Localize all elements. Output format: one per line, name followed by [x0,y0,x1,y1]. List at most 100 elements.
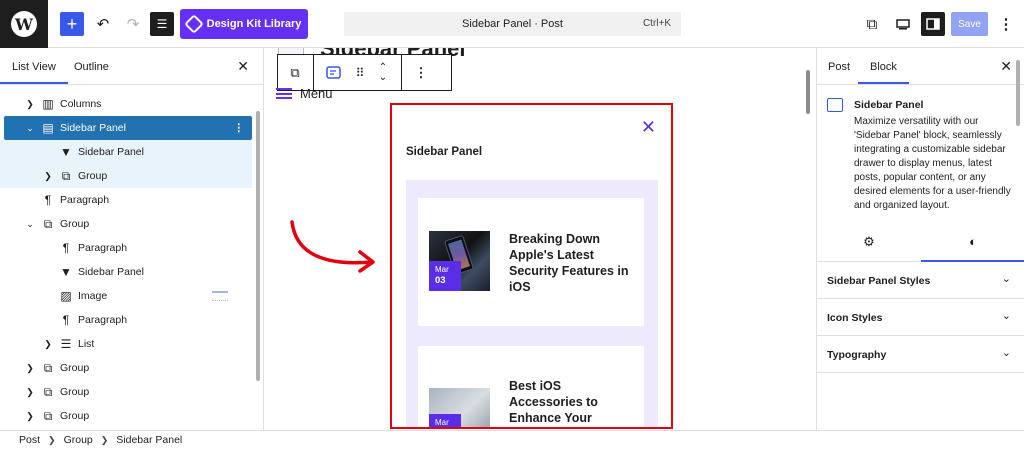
wordpress-logo-button[interactable]: W [0,0,48,48]
move-block-buttons[interactable]: ⌃ ⌄ [372,55,394,90]
chevron-down-icon: ⌄ [1001,273,1011,285]
panel-sidebar-panel-styles[interactable]: Sidebar Panel Styles ⌄ [817,262,1024,299]
post-title[interactable]: Best iOS Accessories to Enhance Your [509,378,629,426]
list-item-sidebar-panel[interactable]: ⌄ ▤ Sidebar Panel ⋮ [4,116,252,140]
redo-button[interactable]: ↷ [122,11,144,37]
list-item-label: Group [60,362,90,374]
group-icon: ⧉ [43,360,53,375]
group-icon: ⧉ [61,168,71,183]
chevron-down-icon[interactable]: ⌄ [24,219,36,230]
panel-typography[interactable]: Typography ⌄ [817,336,1024,373]
list-item-paragraph[interactable]: ¶ Paragraph [0,188,252,212]
editor-top-bar: W + ↶ ↷ ☰ Design Kit Library Sidebar Pan… [0,0,1024,48]
close-icon[interactable]: ✕ [237,58,249,75]
add-block-button[interactable]: + [60,12,84,36]
post-card[interactable]: Mar Best iOS Accessories to Enhance Your [418,346,644,427]
chevron-right-icon[interactable]: ❯ [42,171,54,182]
list-item-group[interactable]: ❯ ⧉ Group [0,356,252,380]
drag-handle[interactable]: ⠿ [350,55,370,90]
list-item-paragraph[interactable]: ¶ Paragraph [0,236,252,260]
list-item-sidebar-panel[interactable]: ▼ Sidebar Panel [0,260,252,284]
chevron-right-icon[interactable]: ❯ [24,363,36,374]
tab-block[interactable]: Block [858,61,909,84]
desktop-icon [896,18,910,29]
block-inspector-tabs: ⚙ ◐ [817,226,1024,262]
tab-outline[interactable]: Outline [74,61,109,73]
redo-icon: ↷ [126,16,140,33]
chevron-down-icon: ⌄ [1001,310,1011,322]
menu-toggle[interactable]: Menu [276,86,333,101]
block-description: Maximize versatility with our 'Sidebar P… [854,116,1011,211]
panel-icon-styles[interactable]: Icon Styles ⌄ [817,299,1024,336]
chevron-right-icon[interactable]: ❯ [24,99,36,110]
close-icon[interactable]: ✕ [1000,58,1012,75]
sidebar-panel-icon: ▤ [42,121,54,135]
chevron-down-icon[interactable]: ⌄ [379,72,387,83]
list-icon: ☰ [60,337,72,351]
list-item-group[interactable]: ❯ ⧉ Group [0,404,252,428]
breadcrumb-post[interactable]: Post [19,434,40,446]
list-item-label: Group [78,170,108,182]
settings-scrollbar[interactable] [1016,60,1020,126]
date-day: 03 [435,275,446,286]
menu-label: Menu [300,86,333,101]
chevron-up-icon[interactable]: ⌃ [379,62,387,73]
list-item-paragraph[interactable]: ¶ Paragraph [0,308,252,332]
settings-icon[interactable]: ⚙ [817,234,921,250]
list-view-scrollbar[interactable] [256,111,260,381]
preview-button[interactable] [892,11,914,37]
list-item-image[interactable]: ▨ Image [0,284,252,308]
list-item-label: List [78,338,95,350]
tab-post[interactable]: Post [828,61,850,73]
list-item-sidebar-panel-child[interactable]: ▼ Sidebar Panel [0,140,252,164]
chevron-down-icon[interactable]: ⌄ [24,123,36,134]
sidebar-panel-icon [827,98,843,112]
document-title: Sidebar Panel · Post [462,18,563,30]
post-card[interactable]: Mar 03 Breaking Down Apple's Latest Secu… [418,198,644,326]
left-panel-tabs: List View Outline ✕ [0,48,263,85]
kebab-icon[interactable]: ⋮ [234,122,245,134]
options-button[interactable]: ⋮ [998,11,1014,37]
parent-block-button[interactable]: ⧉ [278,55,312,90]
breadcrumb-sidebar-panel[interactable]: Sidebar Panel [116,434,182,446]
breadcrumb: Post ❯ Group ❯ Sidebar Panel [0,430,1024,449]
styles-icon[interactable]: ◐ [921,234,1024,262]
chevron-right-icon[interactable]: ❯ [24,411,36,422]
block-type-button[interactable] [322,55,346,90]
post-thumbnail[interactable]: Mar 03 [429,231,490,291]
breadcrumb-group[interactable]: Group [64,434,93,446]
sidebar-toggle-icon [926,18,940,30]
chevron-right-icon[interactable]: ❯ [24,387,36,398]
canvas-scrollbar[interactable] [806,70,810,114]
settings-toggle-button[interactable] [921,12,945,36]
list-item-columns[interactable]: ❯ ▥ Columns [0,92,252,116]
undo-button[interactable]: ↶ [92,11,114,37]
post-title[interactable]: Breaking Down Apple's Latest Security Fe… [509,231,629,295]
bookmark-icon: ▼ [60,145,72,159]
list-item-group[interactable]: ❯ ⧉ Group [0,164,252,188]
list-item-group[interactable]: ⌄ ⧉ Group [0,212,252,236]
list-item-list[interactable]: ❯ ☰ List [0,332,252,356]
tab-list-view[interactable]: List View [0,61,68,84]
command-palette-button[interactable]: Sidebar Panel · Post Ctrl+K [344,12,681,36]
block-options-button[interactable]: ⋮ [404,55,438,90]
save-button[interactable]: Save [951,12,988,36]
chevron-right-icon[interactable]: ❯ [42,339,54,350]
external-link-icon: ⧉ [866,15,878,33]
post-thumbnail[interactable]: Mar [429,388,490,427]
document-overview-button[interactable]: ☰ [150,12,174,36]
close-icon[interactable]: ✕ [641,117,656,138]
toolbar-divider [401,55,402,90]
chevron-right-icon: ❯ [100,434,109,445]
view-post-button[interactable]: ⧉ [862,11,882,37]
date-month: Mar [435,418,449,427]
bookmark-icon: ▼ [60,265,72,279]
wordpress-logo-icon: W [11,11,37,37]
chevron-down-icon: ⌄ [1001,347,1011,359]
design-kit-library-button[interactable]: Design Kit Library [180,9,308,39]
sidebar-panel-title: Sidebar Panel [406,146,483,158]
block-name: Sidebar Panel [854,99,924,111]
list-item-group[interactable]: ❯ ⧉ Group [0,380,252,404]
paragraph-icon: ¶ [44,193,52,207]
list-item-label: Image [78,290,108,302]
